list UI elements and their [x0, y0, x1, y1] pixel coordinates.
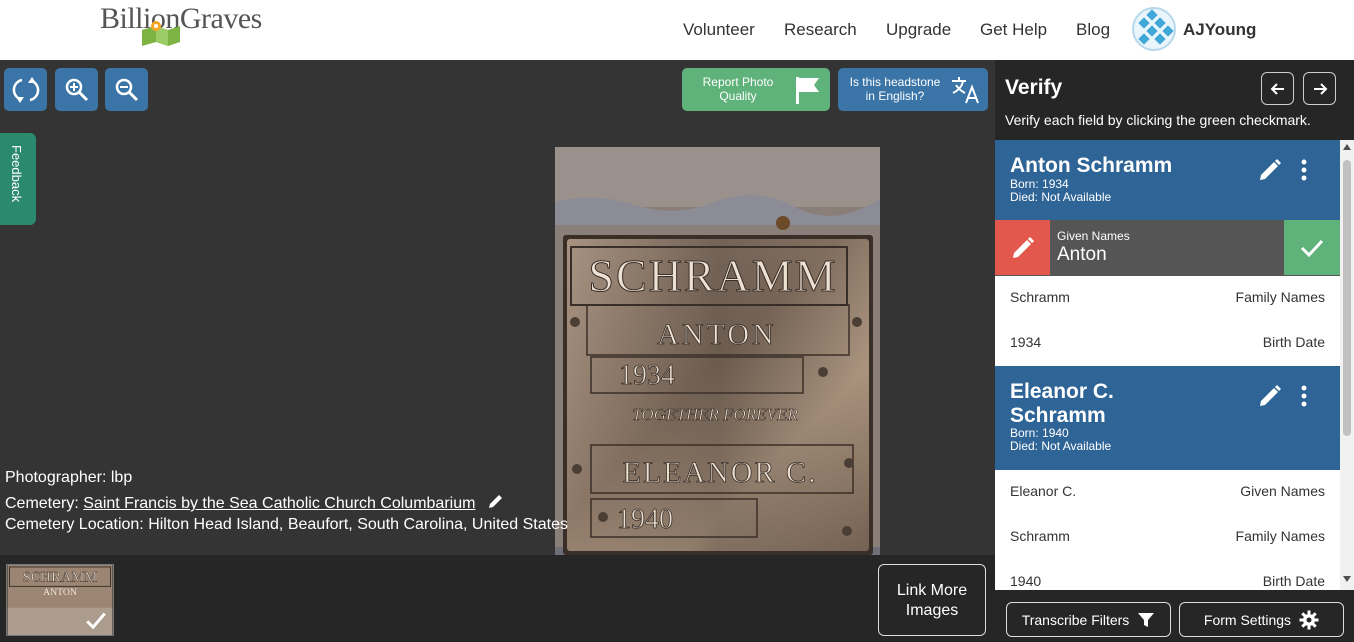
headstone-surname: SCHRAMM [588, 250, 837, 301]
headstone-year-2: 1940 [617, 504, 673, 535]
is-english-button[interactable]: Is this headstone in English? [838, 68, 988, 111]
feedback-tab[interactable]: Feedback [0, 133, 36, 225]
headstone-second-name: ELEANOR C. [623, 456, 818, 489]
rotate-icon [12, 76, 39, 103]
report-photo-quality-label: Report Photo Quality [702, 75, 774, 103]
person-card-eleanor: Eleanor C. Schramm Born: 1940 Died: Not … [995, 366, 1340, 470]
person-died: Died: Not Available [1010, 439, 1112, 453]
headstone-photo[interactable]: SCHRAMM ANTON 1934 TOGETHER FOREVER ELEA… [555, 147, 880, 582]
zoom-out-icon [115, 78, 138, 101]
more-options-icon[interactable] [1300, 385, 1308, 407]
field-row-key: Family Names [1235, 528, 1325, 544]
scroll-up-icon[interactable] [1343, 144, 1351, 150]
photographer-line: Photographer: lbp [5, 469, 132, 487]
thumbnail-strip: SCHRAMM ANTON Link More Images [0, 555, 995, 642]
map-pin-icon [142, 21, 180, 46]
report-photo-quality-button[interactable]: Report Photo Quality [682, 68, 830, 111]
gear-icon [1299, 610, 1319, 629]
arrow-left-icon [1270, 82, 1284, 95]
field-row[interactable]: Schramm Family Names [995, 276, 1340, 321]
field-row-value: Schramm [1010, 289, 1070, 305]
arrow-right-icon [1313, 82, 1327, 95]
image-viewer: Report Photo Quality Is this headstone i… [0, 60, 995, 582]
verify-title: Verify [1005, 76, 1063, 99]
translate-icon [952, 77, 979, 104]
headstone-motto: TOGETHER FOREVER [632, 405, 798, 424]
thumbnail-image[interactable]: SCHRAMM ANTON [6, 564, 114, 636]
person-name: Anton Schramm [1010, 154, 1173, 177]
verify-instructions: Verify each field by clicking the green … [1005, 112, 1311, 128]
person-name-line-1: Eleanor C. [1010, 380, 1114, 403]
nav-research[interactable]: Research [784, 20, 857, 40]
more-options-icon[interactable] [1300, 159, 1308, 181]
rotate-button[interactable] [4, 68, 47, 111]
photographer-label: Photographer: [5, 469, 107, 486]
transcribe-filters-button[interactable]: Transcribe Filters [1006, 602, 1171, 637]
panel-footer: Transcribe Filters Form Settings [995, 590, 1354, 642]
field-row[interactable]: Eleanor C. Given Names [995, 470, 1340, 515]
pencil-icon [1012, 236, 1034, 258]
transcribe-filters-label: Transcribe Filters [1021, 611, 1130, 628]
edit-person-icon[interactable] [1257, 383, 1283, 409]
cemetery-link[interactable]: Saint Francis by the Sea Catholic Church… [83, 495, 475, 512]
is-english-label: Is this headstone in English? [849, 75, 941, 103]
cemetery-location-line: Cemetery Location: Hilton Head Island, B… [5, 516, 568, 534]
billiongraves-logo[interactable]: BillionGraves [100, 2, 275, 48]
field-row[interactable]: 1934 Birth Date [995, 321, 1340, 366]
zoom-in-button[interactable] [55, 68, 98, 111]
scroll-down-icon[interactable] [1343, 576, 1351, 582]
verify-panel: Verify Verify each field by clicking the… [995, 60, 1354, 642]
username[interactable]: AJYoung [1183, 20, 1256, 40]
feedback-label: Feedback [9, 145, 24, 203]
location-value: Hilton Head Island, Beaufort, South Caro… [148, 516, 568, 533]
active-field-given-names: Given Names Anton [995, 220, 1340, 276]
previous-button[interactable] [1261, 72, 1294, 105]
edit-field-button[interactable] [995, 220, 1050, 275]
flag-icon [796, 77, 819, 104]
edit-person-icon[interactable] [1257, 157, 1283, 183]
field-row[interactable]: Schramm Family Names [995, 515, 1340, 560]
field-row-key: Given Names [1240, 483, 1325, 499]
person-card-anton: Anton Schramm Born: 1934 Died: Not Avail… [995, 140, 1340, 220]
field-row-value: Eleanor C. [1010, 483, 1077, 499]
field-row-key: Family Names [1235, 289, 1325, 305]
location-label: Cemetery Location: [5, 516, 144, 533]
zoom-out-button[interactable] [105, 68, 148, 111]
field-row-key: Birth Date [1262, 334, 1325, 350]
headstone-year-1: 1934 [619, 360, 675, 391]
thumbnail-first-name: ANTON [43, 587, 77, 598]
person-died: Died: Not Available [1010, 190, 1112, 204]
link-more-images-button[interactable]: Link More Images [878, 564, 986, 636]
field-value[interactable]: Anton [1057, 244, 1107, 266]
record-list: Anton Schramm Born: 1934 Died: Not Avail… [995, 140, 1340, 590]
next-button[interactable] [1303, 72, 1336, 105]
form-settings-button[interactable]: Form Settings [1179, 602, 1344, 637]
zoom-in-icon [65, 78, 88, 101]
person-name-line-2: Schramm [1010, 404, 1106, 427]
headstone-first-name: ANTON [657, 318, 776, 351]
field-row-value: 1934 [1010, 334, 1042, 350]
top-header: BillionGraves Volunteer Research Upgrade… [0, 0, 1354, 60]
form-settings-label: Form Settings [1203, 611, 1292, 628]
nav-volunteer[interactable]: Volunteer [683, 20, 755, 40]
field-label: Given Names [1057, 229, 1130, 243]
field-row-key: Birth Date [1262, 573, 1325, 589]
field-row[interactable]: 1940 Birth Date [995, 560, 1340, 590]
avatar[interactable] [1132, 7, 1176, 51]
verify-field-button[interactable] [1284, 220, 1340, 275]
edit-cemetery-icon[interactable] [486, 491, 506, 511]
filter-icon [1138, 612, 1155, 627]
scroll-thumb[interactable] [1343, 160, 1351, 436]
nav-blog[interactable]: Blog [1076, 20, 1110, 40]
checkmark-icon [1300, 239, 1324, 257]
field-row-value: Schramm [1010, 528, 1070, 544]
nav-upgrade[interactable]: Upgrade [886, 20, 951, 40]
photographer-value: lbp [110, 469, 133, 486]
record-list-scrollbar[interactable] [1340, 140, 1354, 590]
field-row-value: 1940 [1010, 573, 1042, 589]
thumbnail-surname: SCHRAMM [23, 570, 98, 586]
cemetery-line: Cemetery: Saint Francis by the Sea Catho… [5, 491, 506, 513]
cemetery-label: Cemetery: [5, 495, 79, 512]
nav-get-help[interactable]: Get Help [980, 20, 1047, 40]
